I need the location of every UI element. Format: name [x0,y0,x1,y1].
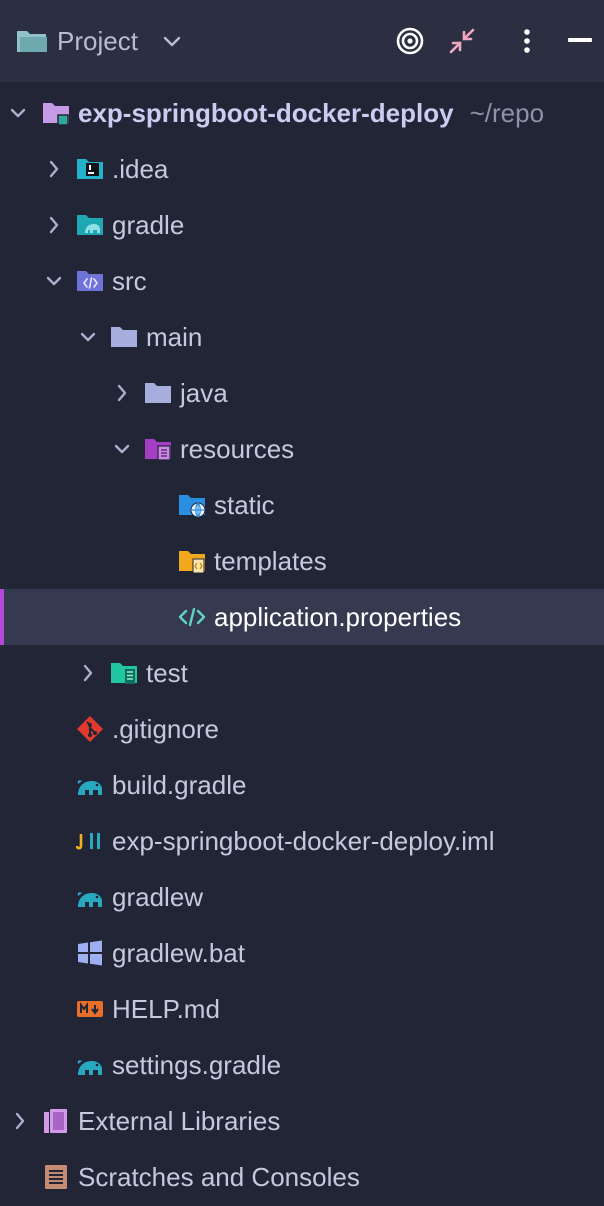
chevron-right-icon[interactable] [46,216,62,234]
options-button[interactable] [510,24,544,58]
properties-file-icon [178,607,206,627]
intellij-module-icon [76,833,100,850]
templates-label: templates [214,546,327,576]
tree-node-settings-gradle[interactable]: settings.gradle [0,1037,604,1093]
chevron-right-icon[interactable] [12,1112,28,1130]
chevron-down-icon[interactable] [80,328,96,346]
gradle-folder-icon [77,215,103,235]
src-label: src [112,266,147,296]
tree-node-idea[interactable]: .idea [0,141,604,197]
test-label: test [146,658,188,688]
tree-node-java[interactable]: java [0,365,604,421]
gradle-elephant-icon [77,1060,102,1075]
tree-node-help-md[interactable]: HELP.md [0,981,604,1037]
gradlew-label: gradlew [112,882,204,912]
folder-icon [145,383,171,403]
git-icon [77,716,103,742]
settings-gradle-label: settings.gradle [112,1050,282,1080]
tree-node-gradlew[interactable]: gradlew [0,869,604,925]
templates-folder-icon [179,551,205,574]
idea-folder-icon [77,159,103,179]
scratches-label: Scratches and Consoles [78,1162,360,1192]
windows-icon [78,940,102,966]
tree-node-scratches[interactable]: Scratches and Consoles [0,1149,604,1205]
tree-node-main[interactable]: main [0,309,604,365]
root-path-hint: ~/repo [469,98,545,128]
resources-label: resources [180,434,295,464]
gradlew-bat-label: gradlew.bat [112,938,245,968]
markdown-icon [77,1001,103,1017]
chevron-down-icon[interactable] [10,104,26,122]
gradle-dir-label: gradle [112,210,185,240]
web-folder-icon [179,495,206,518]
more-vertical-icon [524,29,530,53]
hide-panel-button[interactable] [563,24,597,58]
chevron-down-icon[interactable] [46,272,62,290]
java-label: java [180,378,228,408]
help-md-label: HELP.md [112,994,220,1024]
module-folder-icon [43,103,69,126]
target-icon [396,27,424,55]
static-label: static [214,490,275,520]
tree-node-root[interactable]: exp-springboot-docker-deploy ~/repo [0,85,604,141]
tree-node-build-gradle[interactable]: build.gradle [0,757,604,813]
resources-folder-icon [145,439,171,461]
gradle-elephant-icon [77,892,102,907]
chevron-down-icon[interactable] [163,34,181,48]
library-icon [44,1109,67,1133]
tree-node-external-libraries[interactable]: External Libraries [0,1093,604,1149]
project-panel-header: Project [0,0,604,82]
chevron-right-icon[interactable] [46,160,62,178]
chevron-down-icon[interactable] [114,440,130,458]
panel-title[interactable]: Project [57,26,138,56]
test-folder-icon [111,663,137,684]
locate-file-button[interactable] [393,24,427,58]
tree-node-gitignore[interactable]: .gitignore [0,701,604,757]
collapse-arrows-icon [449,28,475,54]
tree-node-gradlew-bat[interactable]: gradlew.bat [0,925,604,981]
tree-node-static[interactable]: static [0,477,604,533]
tree-node-gradle[interactable]: gradle [0,197,604,253]
external-libraries-label: External Libraries [78,1106,281,1136]
chevron-right-icon[interactable] [80,664,96,682]
scratches-icon [45,1165,67,1189]
root-project-label: exp-springboot-docker-deploy ~/repo [78,98,545,128]
collapse-all-button[interactable] [445,24,479,58]
project-folder-icon [17,31,47,52]
tree-node-application-properties[interactable]: application.properties [0,589,604,645]
gitignore-label: .gitignore [112,714,219,744]
idea-label: .idea [112,154,169,184]
tree-node-resources[interactable]: resources [0,421,604,477]
source-folder-icon [77,271,103,291]
tree-node-templates[interactable]: templates [0,533,604,589]
folder-icon [111,327,137,347]
gradle-elephant-icon [77,780,102,795]
iml-label: exp-springboot-docker-deploy.iml [112,826,495,856]
main-label: main [146,322,203,352]
build-gradle-label: build.gradle [112,770,247,800]
application-properties-label: application.properties [214,602,462,632]
tree-node-src[interactable]: src [0,253,604,309]
minimize-icon [568,38,592,42]
tree-node-test[interactable]: test [0,645,604,701]
tree-node-iml[interactable]: exp-springboot-docker-deploy.iml [0,813,604,869]
chevron-right-icon[interactable] [114,384,130,402]
